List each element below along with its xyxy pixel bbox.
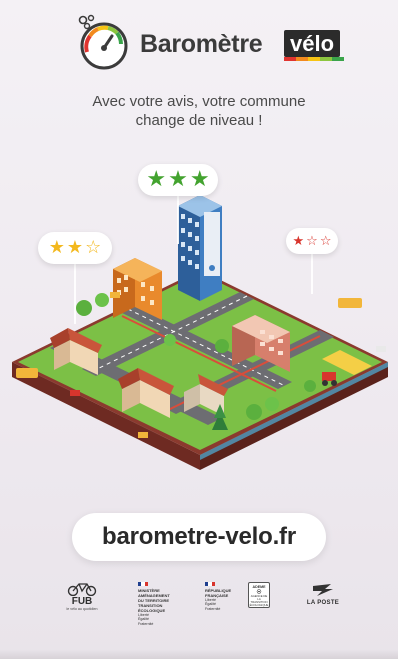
french-flag-icon xyxy=(138,582,148,586)
speedometer-icon xyxy=(78,14,128,70)
star-filled-icon: ★ xyxy=(168,167,188,192)
french-flag-icon xyxy=(205,582,215,586)
rating-bubble-three-stars: ★ ★ ★ xyxy=(138,164,218,196)
logo-word: Baromètre xyxy=(140,30,263,58)
star-filled-icon: ★ xyxy=(292,233,305,249)
rating-bubble-one-star: ★ ☆ ☆ xyxy=(286,228,338,254)
star-filled-icon: ★ xyxy=(189,167,210,192)
ministere-logo: MINISTÈRE AMÉNAGEMENT DU TERRITOIRE TRAN… xyxy=(138,582,190,626)
website-url[interactable]: barometre-velo.fr xyxy=(72,513,326,561)
fub-name: FUB xyxy=(71,596,93,607)
logo-color-stripe xyxy=(284,57,344,61)
la-poste-bird-icon xyxy=(313,584,333,596)
bicycle-icon xyxy=(67,583,97,596)
bottom-edge xyxy=(0,649,398,659)
star-outline-icon: ☆ xyxy=(306,233,318,249)
rating-bubble-two-stars: ★ ★ ☆ xyxy=(38,232,112,264)
partner-logos: FUB le vélo au quotidien MINISTÈRE AMÉNA… xyxy=(50,582,350,630)
star-outline-icon: ☆ xyxy=(319,233,332,249)
isometric-city-image xyxy=(12,195,388,470)
star-filled-icon: ★ xyxy=(48,237,65,258)
poster: Baromètre vélo Avec votre avis, votre co… xyxy=(0,0,398,659)
la-poste-name: LA POSTE xyxy=(306,600,340,606)
barometre-velo-logo: Baromètre vélo xyxy=(74,14,344,74)
ministere-motto: Fraternité xyxy=(138,621,154,626)
tagline: Avec votre avis, votre commune change de… xyxy=(40,92,358,130)
star-filled-icon: ★ xyxy=(66,237,84,258)
star-filled-icon: ★ xyxy=(146,167,167,192)
republique-motto: Fraternité xyxy=(205,606,221,611)
logo-badge: vélo xyxy=(284,30,341,57)
rating-pin xyxy=(74,264,76,324)
fub-subtitle: le vélo au quotidien xyxy=(66,607,98,611)
republique-francaise-logo: RÉPUBLIQUE FRANÇAISE Liberté Égalité Fra… xyxy=(205,582,247,611)
fub-logo: FUB le vélo au quotidien xyxy=(62,582,102,611)
rating-pin xyxy=(177,196,179,244)
la-poste-logo: LA POSTE xyxy=(302,582,344,606)
tagline-line-2: change de niveau ! xyxy=(135,112,263,129)
tagline-line-1: Avec votre avis, votre commune xyxy=(92,93,306,110)
rating-pin xyxy=(311,254,313,294)
ademe-subtitle: AGENCE DE LA TRANSITION ÉCOLOGIQUE xyxy=(249,594,269,607)
city-illustration: ★ ★ ☆ ★ ★ ★ ★ ☆ ☆ xyxy=(10,150,390,505)
star-outline-icon: ☆ xyxy=(85,237,102,258)
ademe-logo: ADEME AGENCE DE LA TRANSITION ÉCOLOGIQUE xyxy=(247,582,271,608)
